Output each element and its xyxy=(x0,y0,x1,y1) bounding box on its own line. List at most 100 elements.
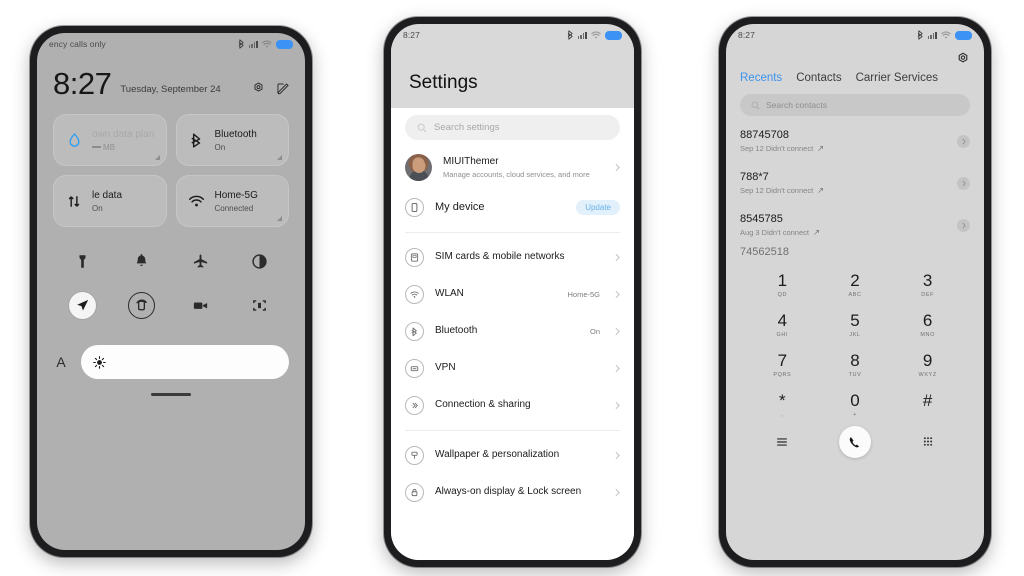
dialpad-key-9[interactable]: 9 WXYZ xyxy=(891,346,964,384)
key-digit: 5 xyxy=(850,311,860,330)
battery-icon xyxy=(955,30,972,40)
toggle-bell[interactable] xyxy=(112,253,171,270)
brightness-slider[interactable] xyxy=(81,345,289,380)
dialpad-key-7[interactable]: 7 PQRS xyxy=(746,346,819,384)
wifi-icon xyxy=(187,193,207,210)
settings-row-my-device[interactable]: My device Update xyxy=(391,189,634,226)
list-item-partial[interactable]: 74562518 xyxy=(740,246,970,260)
key-letters: ABC xyxy=(848,292,862,298)
settings-gear-icon[interactable] xyxy=(956,52,970,66)
toggle-auto-rotate[interactable] xyxy=(128,292,155,320)
toggle-airplane-mode[interactable] xyxy=(171,253,230,270)
list-item[interactable]: 8545785 Aug 3 Didn't connect xyxy=(740,204,970,246)
dialpad-key-6[interactable]: 6 MNO xyxy=(891,306,964,344)
search-input[interactable]: Search contacts xyxy=(740,94,970,116)
dialpad-key-5[interactable]: 5 JKL xyxy=(819,306,892,344)
call-details-button[interactable] xyxy=(957,176,970,190)
settings-header: Settings xyxy=(391,46,634,108)
tile-data-plan[interactable]: own data plan MB xyxy=(53,114,167,167)
call-meta: Sep 12 Didn't connect xyxy=(740,144,957,153)
tile-bluetooth[interactable]: Bluetooth On xyxy=(175,114,289,167)
call-details-button[interactable] xyxy=(957,218,970,232)
call-button[interactable] xyxy=(838,426,871,458)
wifi-icon xyxy=(941,31,951,39)
auto-brightness-label[interactable]: A xyxy=(53,354,69,370)
dialpad-key-4[interactable]: 4 GHI xyxy=(746,306,819,344)
chevron-right-icon xyxy=(962,222,966,228)
settings-row-vpn[interactable]: VPN xyxy=(391,350,634,387)
chevron-right-icon xyxy=(615,327,620,336)
list-item[interactable]: 88745708 Sep 12 Didn't connect xyxy=(740,120,970,162)
settings-row-sim-cards[interactable]: SIM cards & mobile networks xyxy=(391,239,634,276)
dialpad-key-star[interactable]: * , xyxy=(746,386,819,424)
tab-carrier-services[interactable]: Carrier Services xyxy=(856,72,938,84)
tile-mobile-data[interactable]: le data On xyxy=(53,175,167,228)
toggle-location[interactable] xyxy=(69,292,96,320)
dialpad-key-0[interactable]: 0 + xyxy=(819,386,892,424)
call-details-button[interactable] xyxy=(957,134,970,148)
toggle-dark-mode[interactable] xyxy=(230,253,289,270)
key-letters: PQRS xyxy=(773,372,792,378)
tile-corner-icon xyxy=(277,155,282,161)
row-label: WLAN xyxy=(435,288,464,300)
call-meta: Sep 12 Didn't connect xyxy=(740,186,957,195)
bluetooth-icon xyxy=(405,322,424,341)
row-text: WLAN xyxy=(435,288,556,301)
location-icon xyxy=(77,300,89,311)
battery-icon xyxy=(605,30,622,40)
account-name: MIUIThemer xyxy=(443,155,499,167)
key-digit: 1 xyxy=(777,271,788,290)
settings-row-lock-screen[interactable]: Always-on display & Lock screen xyxy=(391,474,634,511)
screenshot-stage: ency calls only 8:27 Tuesday, September … xyxy=(0,0,1024,576)
drag-handle[interactable] xyxy=(151,393,191,397)
tab-recents[interactable]: Recents xyxy=(740,72,782,84)
status-time: 8:27 xyxy=(738,30,755,40)
tab-contacts[interactable]: Contacts xyxy=(796,72,841,84)
toggle-screen-record[interactable] xyxy=(171,292,230,319)
phone-screen-dialer: 8:27 Recents Contacts Carrier Services S… xyxy=(726,24,984,560)
settings-gear-icon[interactable] xyxy=(252,82,265,95)
toggle-scan[interactable] xyxy=(230,292,289,319)
chevron-right-icon xyxy=(615,401,620,410)
search-input[interactable]: Search settings xyxy=(405,115,620,140)
settings-row-connection-sharing[interactable]: Connection & sharing xyxy=(391,387,634,424)
chevron-right-icon xyxy=(615,163,620,172)
settings-list[interactable]: Search settings MIUIThemer Manage accoun… xyxy=(391,108,634,560)
settings-row-account[interactable]: MIUIThemer Manage accounts, cloud servic… xyxy=(391,146,634,189)
status-badge[interactable]: Update xyxy=(576,200,620,215)
dialpad-button[interactable] xyxy=(891,435,964,449)
tile-subtitle: On xyxy=(92,203,103,213)
status-carrier-text: ency calls only xyxy=(49,39,106,49)
key-letters: JKL xyxy=(849,332,861,338)
dialpad-key-hash[interactable]: # xyxy=(891,386,964,424)
row-label: Connection & sharing xyxy=(435,399,531,411)
menu-button[interactable] xyxy=(746,435,819,449)
call-meta: Aug 3 Didn't connect xyxy=(740,228,957,237)
status-icons xyxy=(917,30,972,40)
settings-row-wlan[interactable]: WLAN Home-5G xyxy=(391,276,634,313)
battery-icon xyxy=(276,39,293,49)
call-number: 74562518 xyxy=(740,246,789,258)
settings-row-wallpaper[interactable]: Wallpaper & personalization xyxy=(391,437,634,474)
chevron-right-icon xyxy=(615,451,620,460)
key-letters: MNO xyxy=(920,332,935,338)
edit-icon[interactable] xyxy=(276,82,289,95)
toggle-flashlight[interactable] xyxy=(53,253,112,270)
dialpad-key-8[interactable]: 8 TUV xyxy=(819,346,892,384)
control-center-body: 8:27 Tuesday, September 24 own data plan… xyxy=(37,55,305,550)
list-item[interactable]: 788*7 Sep 12 Didn't connect xyxy=(740,162,970,204)
lock-icon xyxy=(405,483,424,502)
sim-card-icon xyxy=(405,248,424,267)
search-icon xyxy=(751,101,760,109)
tile-subtitle: On xyxy=(214,142,226,152)
connection-sharing-icon xyxy=(405,396,424,415)
wifi-icon xyxy=(262,40,272,48)
dialpad-key-1[interactable]: 1 QD xyxy=(746,266,819,304)
search-placeholder: Search settings xyxy=(434,122,500,133)
dialpad: 1 QD 2 ABC 3 DEF 4 GHI 5 JKL 6 MNO 7 PQR… xyxy=(726,260,984,424)
dialpad-key-3[interactable]: 3 DEF xyxy=(891,266,964,304)
dark-mode-icon xyxy=(252,254,267,270)
tile-wifi[interactable]: Home-5G Connected xyxy=(175,175,289,228)
dialpad-key-2[interactable]: 2 ABC xyxy=(819,266,892,304)
settings-row-bluetooth[interactable]: Bluetooth On xyxy=(391,313,634,350)
